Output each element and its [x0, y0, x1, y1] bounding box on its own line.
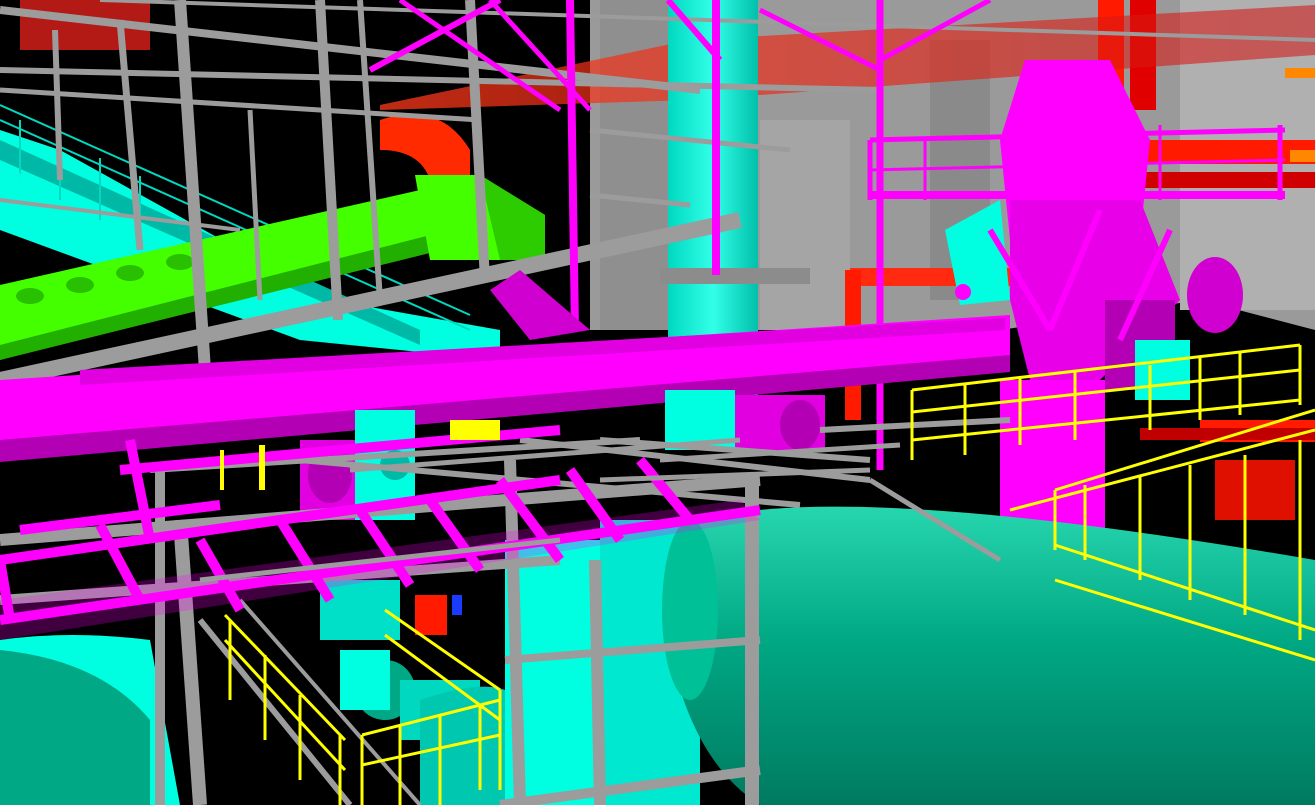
3d-model-viewport[interactable]: [0, 0, 1315, 805]
plant-model-scene: [0, 0, 1315, 805]
